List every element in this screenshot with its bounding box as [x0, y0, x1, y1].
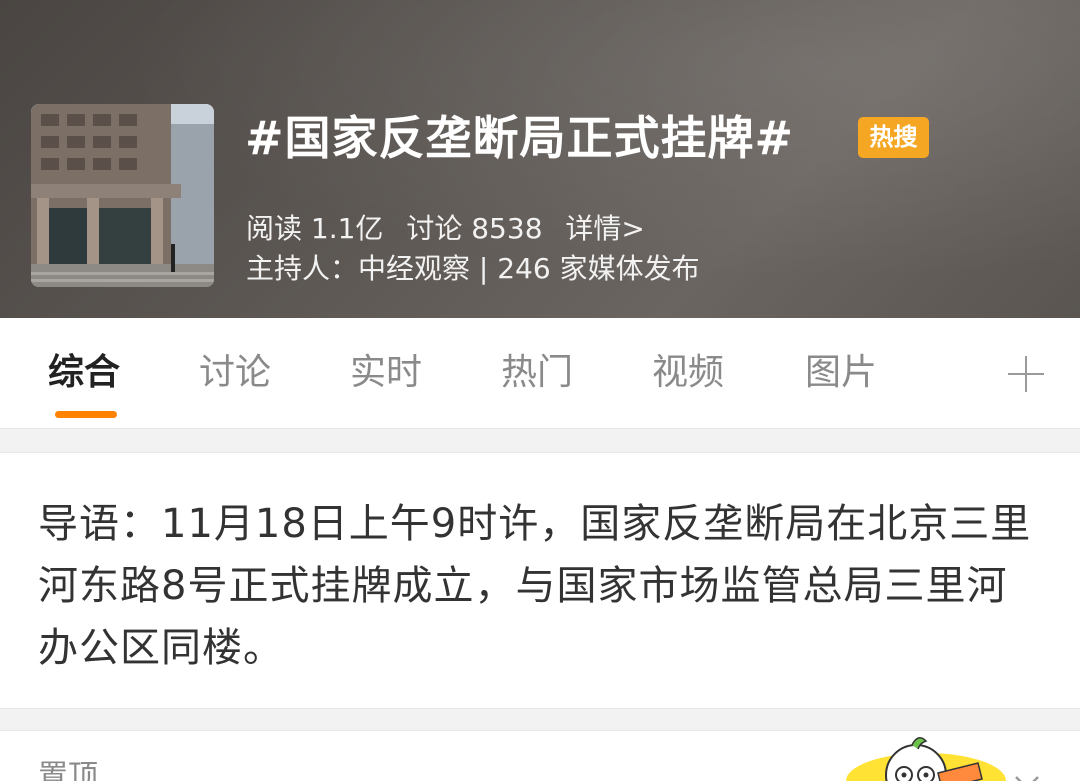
- tab-video[interactable]: 视频: [652, 348, 724, 398]
- section-divider: [0, 708, 1080, 730]
- active-tab-indicator: [55, 411, 117, 418]
- mascot-sticker-icon[interactable]: [816, 733, 1006, 781]
- topic-title: #国家反垄断局正式挂牌#: [245, 111, 795, 165]
- tab-discussion[interactable]: 讨论: [199, 348, 271, 398]
- building-photo: [31, 104, 214, 287]
- topic-cover-image[interactable]: [31, 104, 214, 287]
- tab-hot[interactable]: 热门: [501, 348, 573, 398]
- guide-section: 导语：11月18日上午9时许，国家反垄断局在北京三里河东路8号正式挂牌成立，与国…: [0, 452, 1080, 708]
- discussion-count: 讨论 8538: [406, 212, 543, 245]
- plus-icon[interactable]: [1006, 354, 1046, 394]
- pinned-card: 置顶: [0, 730, 1080, 781]
- pinned-label: 置顶: [38, 759, 98, 781]
- topic-stats: 阅读 1.1亿 讨论 8538 详情>: [246, 209, 659, 249]
- tab-comprehensive[interactable]: 综合: [48, 348, 120, 398]
- read-count: 阅读 1.1亿: [246, 212, 384, 245]
- section-divider: [0, 428, 1080, 452]
- topic-header: #国家反垄断局正式挂牌# 热搜 阅读 1.1亿 讨论 8538 详情> 主持人：…: [0, 0, 1080, 318]
- host-info[interactable]: 主持人：中经观察 | 246 家媒体发布: [246, 249, 700, 289]
- hot-search-badge: 热搜: [858, 117, 929, 158]
- guide-text: 导语：11月18日上午9时许，国家反垄断局在北京三里河东路8号正式挂牌成立，与国…: [38, 501, 1032, 671]
- details-link[interactable]: 详情>: [565, 212, 644, 245]
- chevron-down-icon[interactable]: [1012, 769, 1042, 781]
- tab-bar: 综合 讨论 实时 热门 视频 图片: [0, 318, 1080, 428]
- tab-images[interactable]: 图片: [805, 348, 877, 398]
- tab-realtime[interactable]: 实时: [350, 348, 422, 398]
